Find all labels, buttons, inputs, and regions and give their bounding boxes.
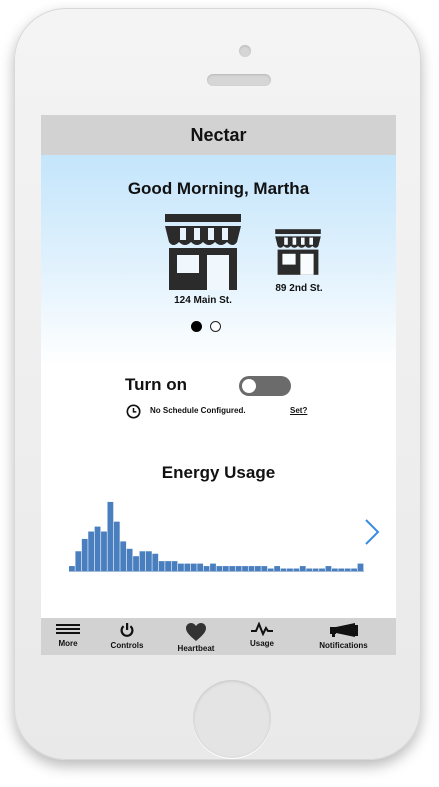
usage-bar <box>267 568 274 571</box>
usage-bar <box>152 553 159 571</box>
usage-bar <box>158 561 165 571</box>
usage-bar <box>88 531 95 571</box>
usage-bar <box>69 566 75 571</box>
usage-bar <box>235 566 242 571</box>
usage-bar <box>216 566 223 571</box>
usage-bar <box>222 566 229 571</box>
store-label[interactable]: 124 Main St. <box>153 295 253 306</box>
heart-icon <box>186 623 206 641</box>
tab-label: Heartbeat <box>177 644 215 653</box>
power-toggle[interactable] <box>239 376 291 396</box>
usage-bar <box>287 568 293 571</box>
bottom-tab-bar: More Controls Heartbeat Usage Notificati… <box>41 618 396 655</box>
usage-bar <box>338 568 345 571</box>
usage-bar <box>319 568 325 571</box>
tab-label: More <box>58 639 78 648</box>
tab-label: Notifications <box>319 641 368 650</box>
energy-usage-chart[interactable] <box>69 495 364 573</box>
usage-bar <box>242 566 248 571</box>
camera-dot <box>239 45 251 57</box>
app-title: Nectar <box>190 124 247 145</box>
store-icon[interactable] <box>274 228 322 276</box>
usage-bar <box>139 551 146 571</box>
pager-dot[interactable] <box>210 321 221 332</box>
chevron-right-icon[interactable] <box>362 517 382 547</box>
greeting-text: Good Morning, Martha <box>127 179 310 198</box>
usage-bar <box>261 566 268 571</box>
usage-bar <box>210 563 216 571</box>
usage-bar <box>331 568 338 571</box>
usage-bar <box>133 556 139 571</box>
store-label[interactable]: 89 2nd St. <box>263 283 335 294</box>
usage-bar <box>171 561 178 571</box>
toggle-knob <box>242 379 256 393</box>
tab-controls[interactable]: Controls <box>95 618 159 655</box>
tab-label: Controls <box>110 641 144 650</box>
usage-bar <box>306 568 313 571</box>
usage-bar <box>107 501 114 571</box>
usage-bar <box>293 568 300 571</box>
usage-bar <box>145 551 152 571</box>
tab-notifications[interactable]: Notifications <box>291 618 396 655</box>
usage-bar <box>120 541 127 571</box>
usage-bar <box>280 568 287 571</box>
pager-dot-active[interactable] <box>191 321 202 332</box>
usage-bar <box>178 563 184 571</box>
usage-bar <box>299 566 306 571</box>
power-label: Turn on <box>125 375 187 394</box>
app-title-bar: Nectar <box>41 115 396 155</box>
app-screen: Nectar Good Morning, Martha 124 Main St. <box>41 115 396 655</box>
tab-label: Usage <box>249 639 274 648</box>
menu-icon <box>56 624 80 634</box>
speaker-grille <box>207 74 271 86</box>
usage-bar <box>229 566 236 571</box>
pulse-icon <box>251 622 273 636</box>
usage-bar <box>184 563 191 571</box>
usage-bar <box>357 563 364 571</box>
tab-more[interactable]: More <box>41 618 95 655</box>
usage-bar <box>101 531 107 571</box>
usage-bar <box>351 568 357 571</box>
tab-heartbeat[interactable]: Heartbeat <box>159 618 233 655</box>
store-icon[interactable] <box>163 212 243 292</box>
usage-bar <box>274 566 281 571</box>
usage-bar <box>165 561 172 571</box>
usage-bar <box>325 566 332 571</box>
usage-bar <box>81 538 88 571</box>
energy-usage-title: Energy Usage <box>161 463 276 482</box>
usage-bar <box>113 521 120 571</box>
usage-bar <box>75 551 82 571</box>
usage-bar <box>344 568 351 571</box>
usage-bar <box>312 568 319 571</box>
tab-usage[interactable]: Usage <box>233 618 291 655</box>
usage-bar <box>254 566 261 571</box>
schedule-status: No Schedule Configured. <box>150 406 246 415</box>
power-icon <box>120 623 134 637</box>
usage-bar <box>126 548 133 571</box>
home-button[interactable] <box>193 680 271 758</box>
usage-bar <box>197 563 204 571</box>
phone-frame: Nectar Good Morning, Martha 124 Main St. <box>14 8 421 760</box>
set-schedule-link[interactable]: Set? <box>290 406 307 415</box>
clock-icon <box>126 404 141 419</box>
usage-bar <box>248 566 255 571</box>
usage-bar <box>203 566 210 571</box>
megaphone-icon <box>329 623 358 637</box>
usage-bar <box>190 563 197 571</box>
usage-bar <box>94 526 101 571</box>
